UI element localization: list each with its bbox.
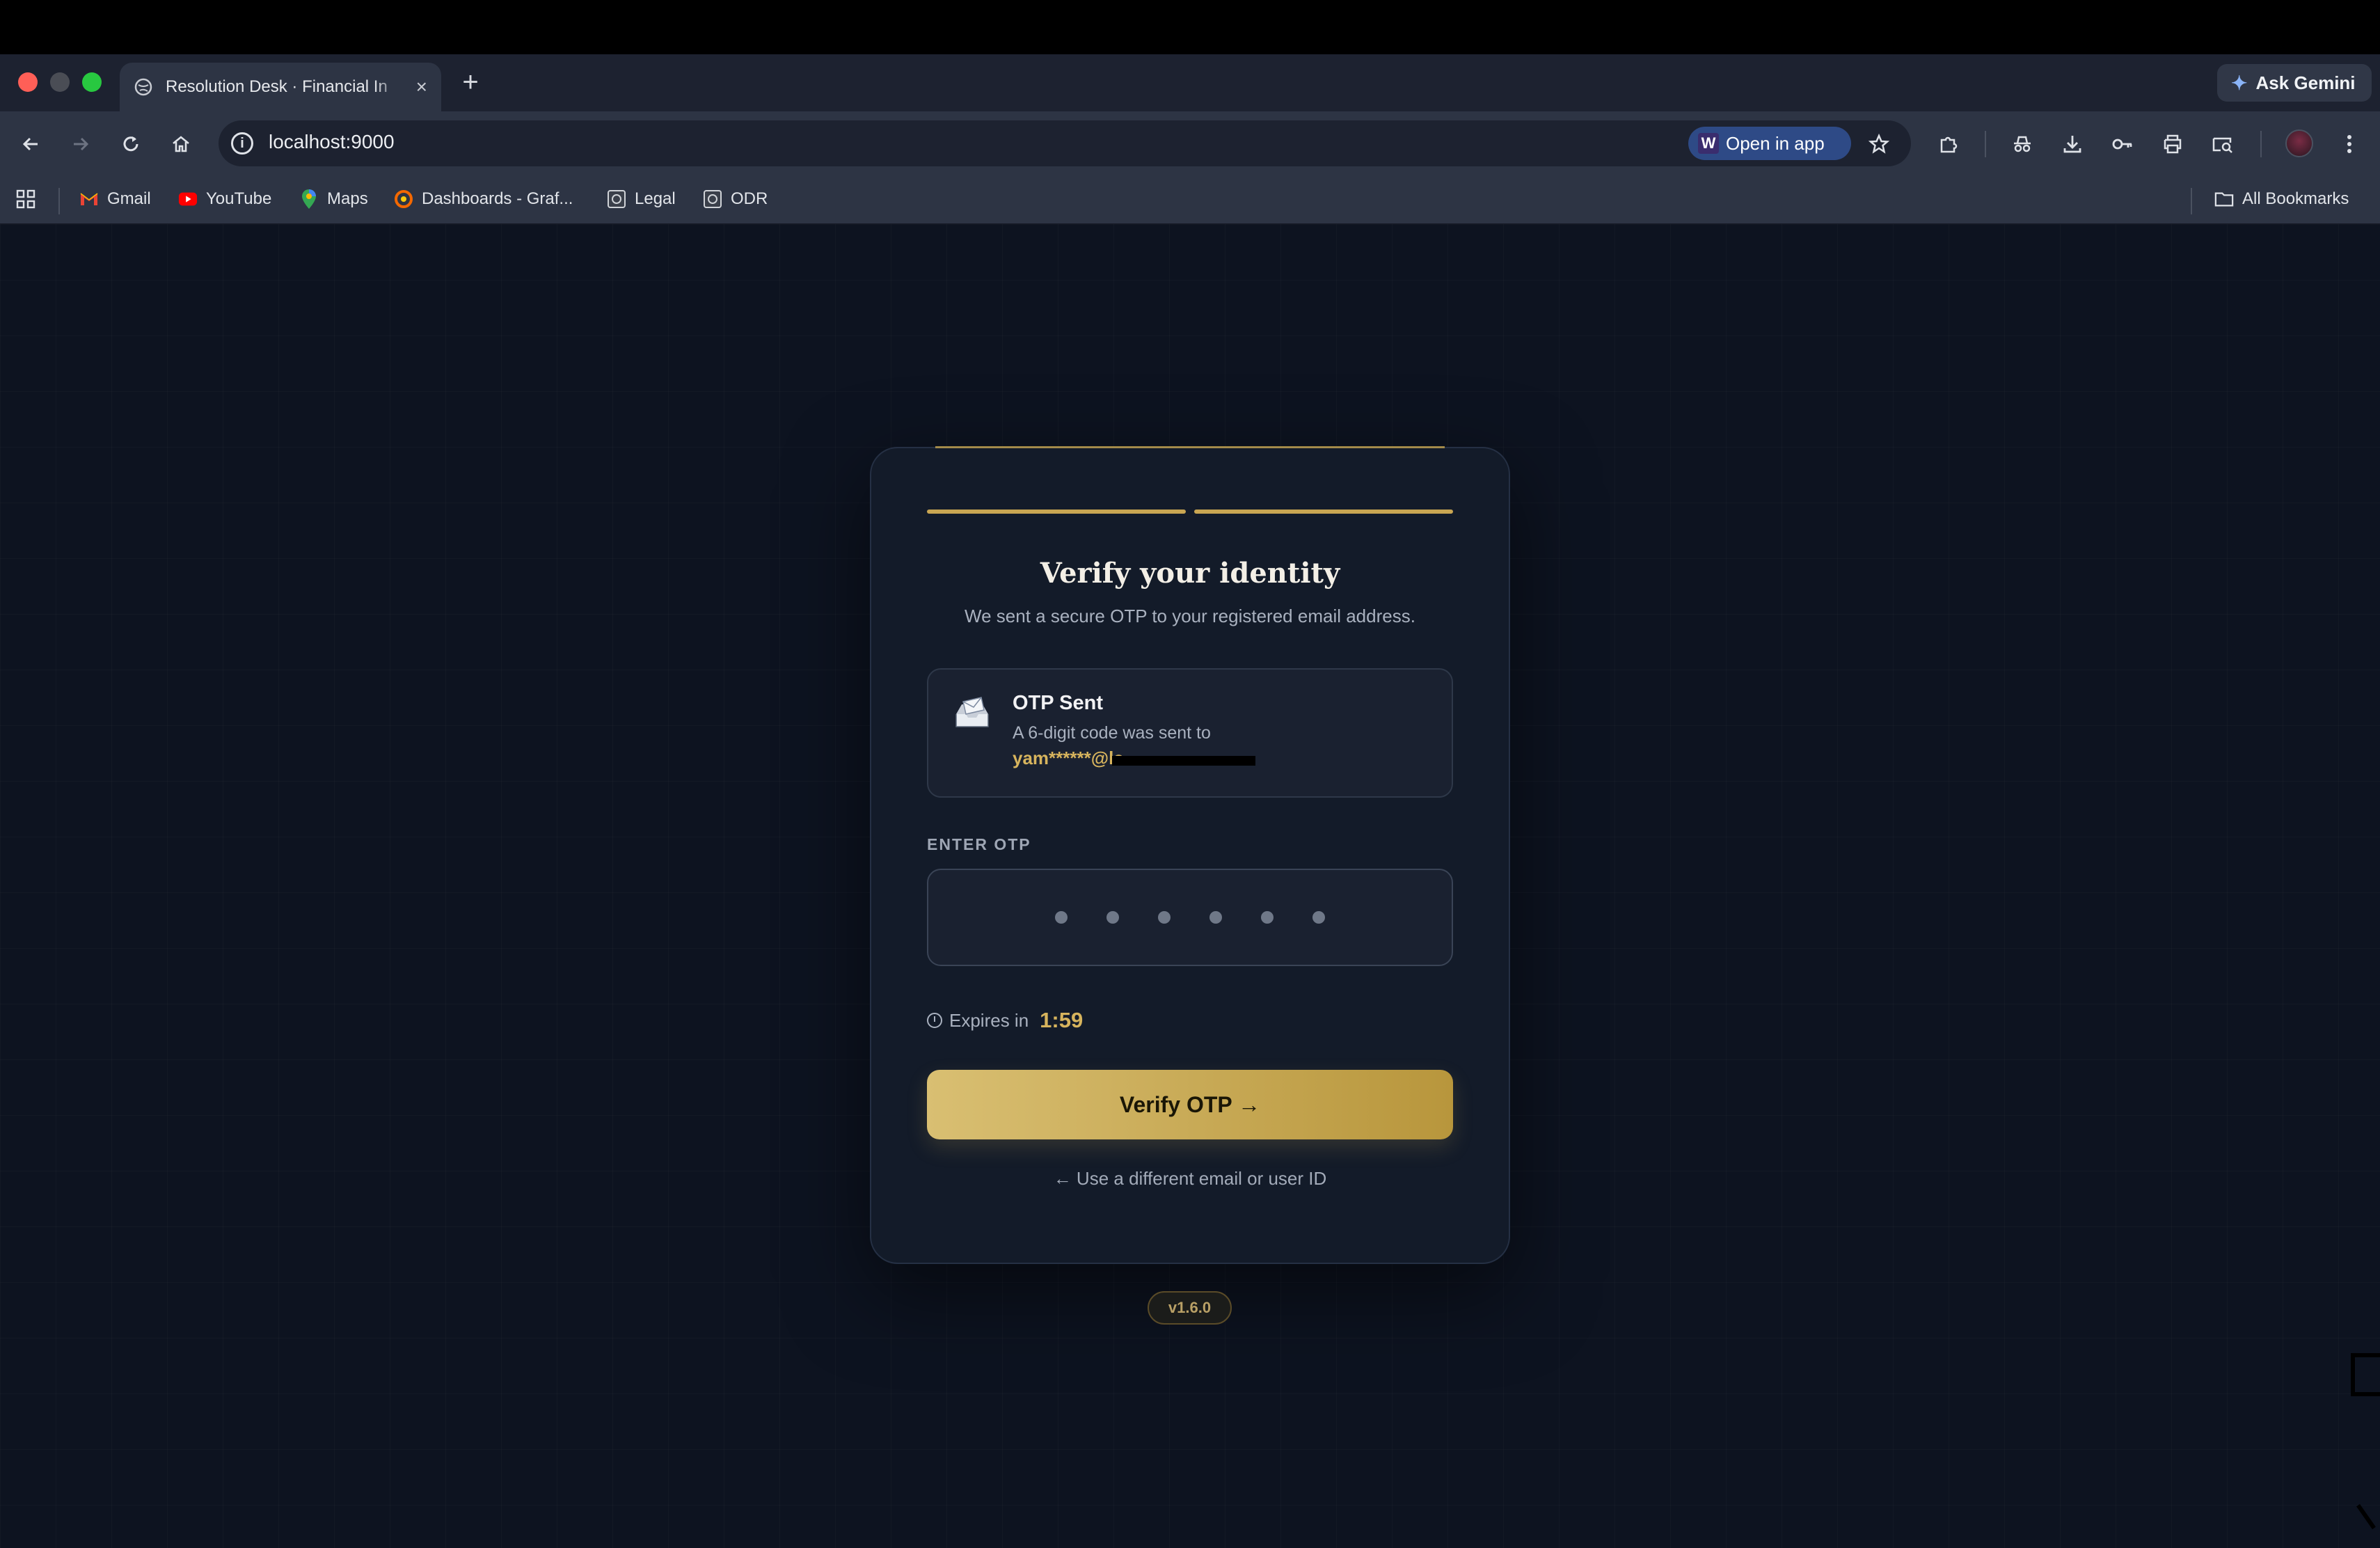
bookmark-label: Gmail [107,189,151,208]
toolbar-separator [1985,131,1986,157]
open-in-app-label: Open in app [1726,132,1825,154]
tab-search-icon[interactable] [2207,129,2238,159]
folder-icon [2214,189,2234,209]
bookmark-dashboards[interactable]: Dashboards - Graf... [394,185,573,213]
legal-favicon-icon [607,189,626,209]
page-subtitle: We sent a secure OTP to your registered … [965,606,1415,626]
otp-digit-placeholder [1312,911,1325,924]
bookmark-star-icon[interactable] [1864,129,1894,159]
open-in-app-button[interactable]: W Open in app [1688,127,1851,160]
all-bookmarks-button[interactable]: All Bookmarks [2214,185,2349,213]
expires-countdown: 1:59 [1040,1008,1084,1032]
page-title: Verify your identity [1040,557,1340,590]
password-key-icon[interactable] [2107,129,2138,159]
bookmark-odr[interactable]: ODR [703,185,768,213]
ask-gemini-label: Ask Gemini [2255,72,2356,93]
app-logo-icon: W [1698,133,1719,154]
gemini-sparkle-icon: ✦ [2231,72,2248,94]
extensions-puzzle-icon[interactable] [1933,129,1964,159]
grafana-icon [394,189,413,209]
timer-icon [927,1013,942,1028]
os-menubar [0,0,2380,54]
close-window-button[interactable] [18,72,38,92]
verify-otp-button[interactable]: Verify OTP → [927,1070,1453,1139]
profile-avatar[interactable] [2285,129,2313,157]
url-text[interactable]: localhost:9000 [269,131,395,153]
reload-icon[interactable] [116,129,146,159]
home-icon[interactable] [166,129,196,159]
minimize-window-button[interactable] [50,72,70,92]
incognito-icon[interactable] [2007,129,2038,159]
download-icon[interactable] [2057,129,2088,159]
otp-digit-placeholder [1261,911,1274,924]
bookmark-gmail[interactable]: Gmail [79,185,151,213]
bookmark-youtube[interactable]: YouTube [178,185,271,213]
bookmarks-separator [2191,188,2192,214]
odr-favicon-icon [703,189,722,209]
more-menu-icon[interactable] [2334,129,2365,159]
expiry-timer: Expires in 1:59 [927,1008,1083,1033]
new-tab-button[interactable]: + [457,67,484,97]
card-top-accent [935,446,1445,448]
step-indicator-2 [1194,510,1453,514]
bookmark-label: Maps [327,189,368,208]
otp-sent-title: OTP Sent [1013,692,1103,714]
apps-grid-icon[interactable] [15,185,36,213]
bookmark-label: Dashboards - Graf... [422,189,573,208]
ask-gemini-button[interactable]: ✦ Ask Gemini [2217,64,2372,102]
close-tab-icon[interactable]: × [416,77,427,97]
print-icon[interactable] [2157,129,2188,159]
step-indicator-1 [927,510,1186,514]
browser-tab[interactable]: Resolution Desk · Financial In × [120,63,441,111]
all-bookmarks-label: All Bookmarks [2242,189,2349,208]
otp-digit-placeholder [1158,911,1171,924]
globe-icon [134,77,153,97]
bookmark-label: ODR [731,189,768,208]
masked-email: yam******@la [1013,748,1124,768]
otp-digit-placeholder [1106,911,1119,924]
bookmark-maps[interactable]: Maps [299,185,368,213]
bookmark-label: YouTube [206,189,272,208]
expires-label: Expires in [949,1009,1029,1031]
forward-arrow-icon[interactable] [65,129,96,159]
screen-edge-mark [2351,1353,2380,1396]
version-badge: v1.6.0 [1148,1291,1232,1325]
bookmarks-separator [58,188,60,214]
otp-digit-placeholder [1055,911,1068,924]
back-arrow-icon[interactable] [15,129,46,159]
redaction-bar [1112,756,1255,766]
bookmark-label: Legal [635,189,676,208]
tab-title: Resolution Desk · Financial In [166,77,388,96]
maps-pin-icon [299,189,319,209]
address-bar[interactable] [219,120,1911,166]
otp-field-label: ENTER OTP [927,835,1031,853]
otp-input[interactable] [927,869,1453,966]
gmail-icon [79,189,99,209]
otp-sent-text: A 6-digit code was sent to [1013,723,1211,743]
envelope-inbox-icon [953,695,991,732]
toolbar-separator [2260,131,2262,157]
bookmark-legal[interactable]: Legal [607,185,676,213]
otp-digit-placeholder [1209,911,1222,924]
use-different-email-link[interactable]: ← Use a different email or user ID [870,1168,1510,1190]
maximize-window-button[interactable] [82,72,102,92]
youtube-icon [178,189,198,209]
site-info-icon[interactable]: i [231,132,253,155]
